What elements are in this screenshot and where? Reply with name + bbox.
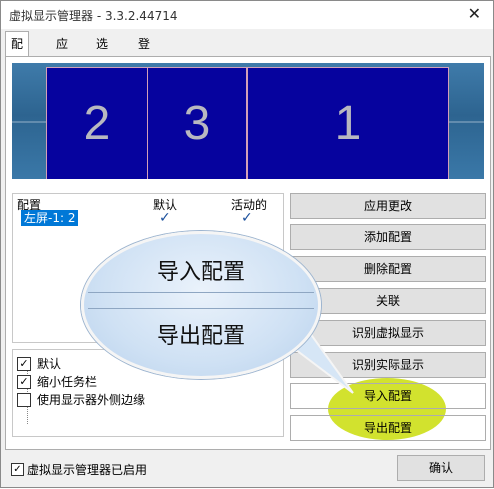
magnified-export-label: 导出配置 [156, 324, 245, 349]
magnifier-callout: 导入配置 导出配置 [81, 231, 321, 379]
enabled-label: 虚拟显示管理器已启用 [27, 463, 148, 477]
magnifier-divider-1 [88, 292, 314, 293]
main-window: 虚拟显示管理器 - 3.3.2.44714 ✕ 配置 应用 选项 登录 2 3 … [0, 0, 494, 488]
ok-button[interactable]: 确认 [397, 455, 485, 481]
magnifier-divider-2 [88, 308, 314, 309]
enabled-checkbox[interactable]: ✓ 虚拟显示管理器已启用 [11, 462, 147, 478]
magnified-import-label: 导入配置 [156, 260, 245, 285]
enabled-check-icon[interactable]: ✓ [11, 463, 24, 476]
